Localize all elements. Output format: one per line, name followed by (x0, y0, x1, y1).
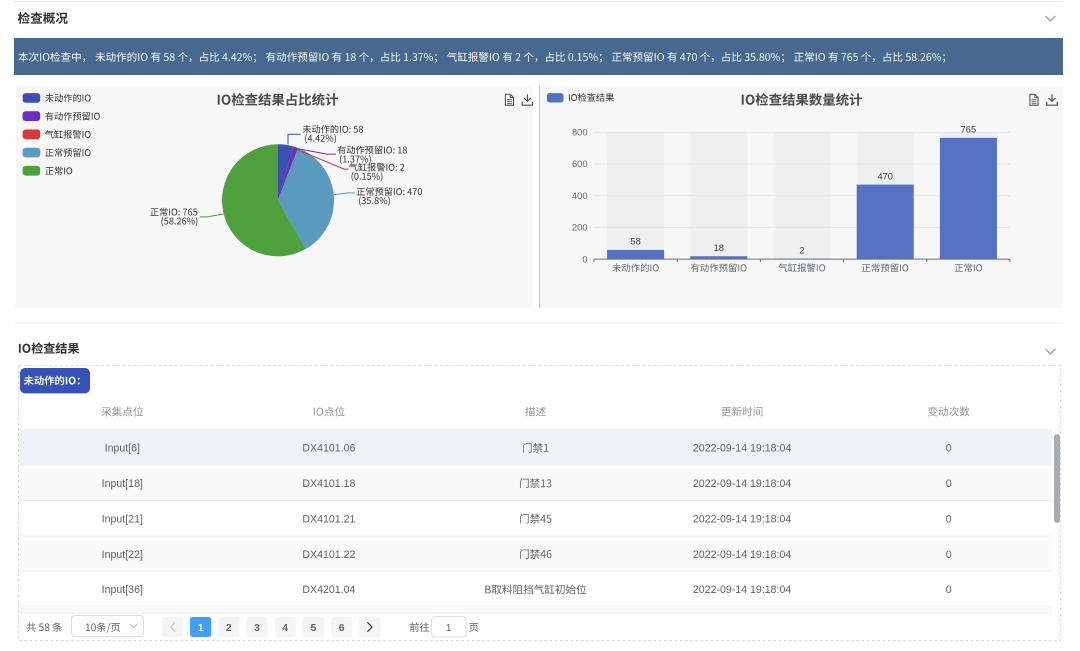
svg-text:1: 1 (446, 623, 452, 634)
svg-text:2022-09-14 19:18:04: 2022-09-14 19:18:04 (693, 584, 791, 596)
svg-text:Input[6]: Input[6] (105, 443, 140, 455)
svg-text:0: 0 (946, 478, 952, 490)
svg-text:0: 0 (946, 443, 952, 455)
svg-text:1: 1 (198, 623, 204, 634)
svg-text:765: 765 (961, 125, 977, 135)
svg-text:DX4201.04: DX4201.04 (302, 584, 355, 596)
svg-text:800: 800 (572, 128, 588, 138)
svg-text:DX4101.18: DX4101.18 (302, 478, 355, 490)
svg-text:Input[21]: Input[21] (102, 513, 143, 525)
svg-text:2022-09-14 19:18:04: 2022-09-14 19:18:04 (693, 549, 791, 561)
svg-text:Input[22]: Input[22] (102, 549, 143, 561)
svg-text:Input[18]: Input[18] (102, 478, 143, 490)
svg-text:400: 400 (572, 191, 588, 201)
svg-text:4: 4 (282, 623, 288, 634)
svg-text:58: 58 (630, 237, 640, 247)
svg-text:DX4101.06: DX4101.06 (302, 443, 355, 455)
svg-text:600: 600 (572, 159, 588, 169)
svg-text:18: 18 (714, 243, 724, 253)
svg-text:0: 0 (946, 513, 952, 525)
svg-text:5: 5 (311, 623, 317, 634)
svg-text:0: 0 (946, 549, 952, 561)
svg-text:6: 6 (339, 623, 345, 634)
svg-text:2022-09-14 19:18:04: 2022-09-14 19:18:04 (693, 478, 791, 490)
svg-text:Input[36]: Input[36] (102, 584, 143, 596)
svg-text:2: 2 (226, 623, 232, 634)
svg-text:DX4101.22: DX4101.22 (302, 549, 355, 561)
svg-text:3: 3 (254, 623, 260, 634)
svg-text:200: 200 (572, 223, 588, 233)
svg-text:0: 0 (946, 584, 952, 596)
svg-text:2022-09-14 19:18:04: 2022-09-14 19:18:04 (693, 513, 791, 525)
svg-text:470: 470 (877, 171, 893, 181)
svg-text:DX4101.21: DX4101.21 (302, 513, 355, 525)
svg-text:2022-09-14 19:18:04: 2022-09-14 19:18:04 (693, 443, 791, 455)
svg-text:2: 2 (799, 246, 804, 256)
svg-text:0: 0 (582, 254, 587, 264)
